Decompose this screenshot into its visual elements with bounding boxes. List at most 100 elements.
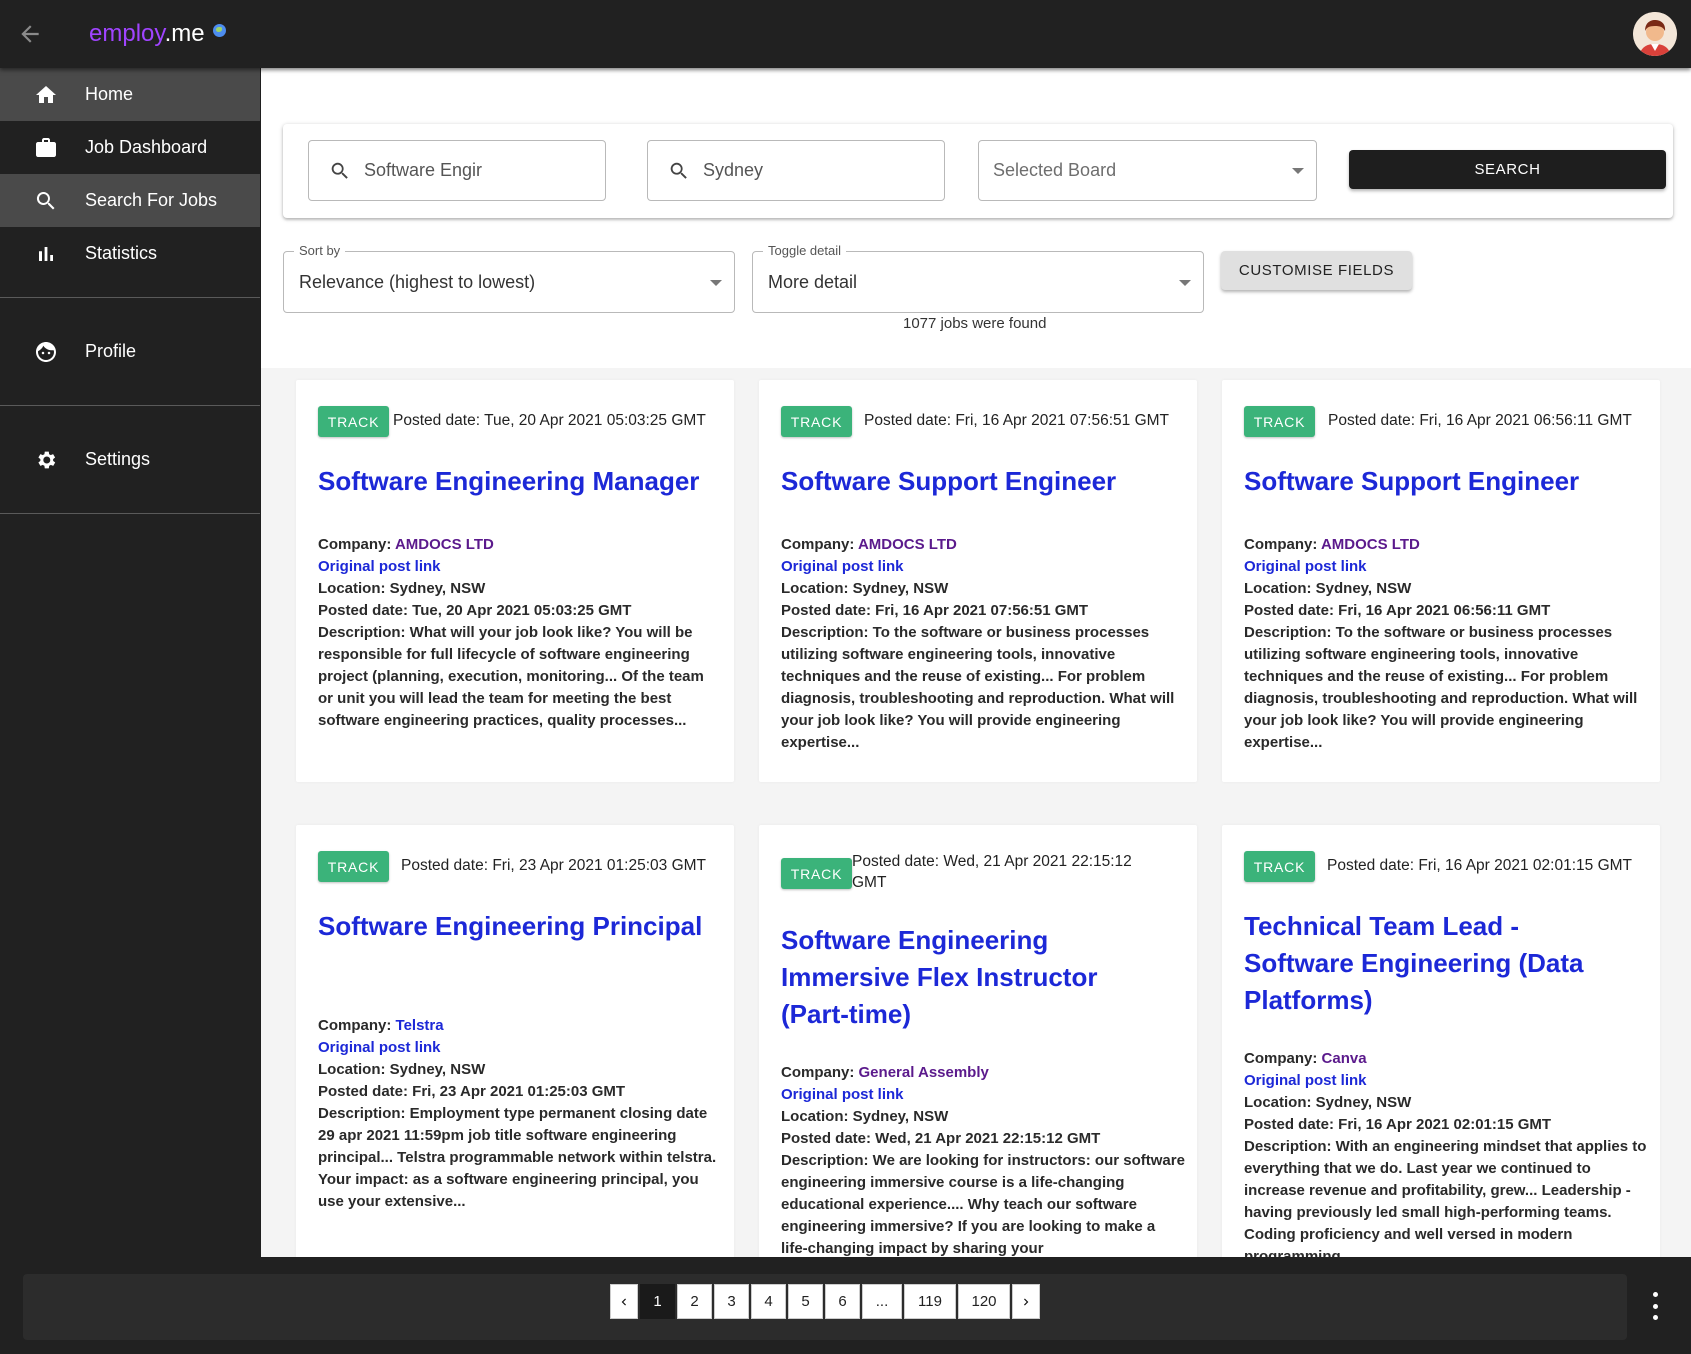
page-button[interactable]: 4 <box>751 1284 786 1319</box>
page-ellipsis[interactable]: ... <box>862 1284 902 1319</box>
job-title[interactable]: Software Engineering Immersive Flex Inst… <box>781 922 1141 1033</box>
job-title[interactable]: Software Support Engineer <box>781 463 1181 500</box>
job-description: Description: To the software or business… <box>781 624 1175 751</box>
company-link[interactable]: AMDOCS LTD <box>1321 536 1420 553</box>
chevron-right-icon <box>1024 1298 1029 1305</box>
main-content: Software Engir Sydney Selected Board SEA… <box>261 68 1691 1257</box>
original-post-link[interactable]: Original post link <box>781 556 1186 578</box>
toggle-detail-value: More detail <box>768 271 858 292</box>
sidebar-item-profile[interactable]: Profile <box>0 325 260 378</box>
original-post-link[interactable]: Original post link <box>1244 556 1649 578</box>
sort-by-select[interactable]: Sort by Relevance (highest to lowest) <box>283 243 735 313</box>
page-button[interactable]: 119 <box>904 1284 956 1319</box>
results-count: 1077 jobs were found <box>903 315 1047 332</box>
job-details: Company: Telstra Original post link Loca… <box>318 1015 723 1213</box>
job-posted-date: Posted date: Fri, 16 Apr 2021 06:56:11 G… <box>1244 602 1551 619</box>
track-button[interactable]: TRACK <box>318 851 389 882</box>
job-card: TRACK Posted date: Tue, 20 Apr 2021 05:0… <box>296 380 734 782</box>
home-icon <box>33 82 59 108</box>
company-label: Company: <box>1244 1050 1322 1067</box>
chevron-down-icon <box>1179 280 1191 286</box>
company-link[interactable]: AMDOCS LTD <box>395 536 494 553</box>
track-button[interactable]: TRACK <box>318 406 389 437</box>
job-posted-date: Posted date: Wed, 21 Apr 2021 22:15:12 G… <box>781 1130 1101 1147</box>
chevron-down-icon <box>710 280 722 286</box>
gear-icon <box>33 447 59 473</box>
job-card: TRACK Posted date: Fri, 23 Apr 2021 01:2… <box>296 825 734 1257</box>
chevron-left-icon <box>621 1298 626 1305</box>
track-button[interactable]: TRACK <box>781 406 852 437</box>
job-title[interactable]: Technical Team Lead - Software Engineeri… <box>1244 908 1604 1019</box>
original-post-link[interactable]: Original post link <box>318 556 723 578</box>
job-location: Location: Sydney, NSW <box>318 1061 486 1078</box>
globe-icon <box>212 24 226 37</box>
job-details: Company: Canva Original post link Locati… <box>1244 1048 1649 1257</box>
keyword-search-input[interactable]: Software Engir <box>308 140 606 201</box>
sort-by-value: Relevance (highest to lowest) <box>299 271 536 292</box>
search-button[interactable]: SEARCH <box>1349 150 1666 189</box>
job-details: Company: AMDOCS LTD Original post link L… <box>781 534 1186 754</box>
sidebar-item-search-for-jobs[interactable]: Search For Jobs <box>0 174 260 227</box>
job-card: TRACK Posted date: Fri, 16 Apr 2021 07:5… <box>759 380 1197 782</box>
location-value: Sydney <box>703 160 764 180</box>
job-posted-date: Posted date: Fri, 16 Apr 2021 02:01:15 G… <box>1244 1116 1552 1133</box>
job-posted-date: Posted date: Tue, 20 Apr 2021 05:03:25 G… <box>318 602 632 619</box>
company-link[interactable]: General Assembly <box>859 1064 989 1081</box>
company-link[interactable]: AMDOCS LTD <box>858 536 957 553</box>
search-panel: Software Engir Sydney Selected Board SEA… <box>283 124 1673 218</box>
job-title[interactable]: Software Engineering Principal <box>318 908 718 945</box>
job-title[interactable]: Software Engineering Manager <box>318 463 718 500</box>
user-avatar[interactable] <box>1633 12 1677 56</box>
more-options-icon[interactable] <box>1648 1292 1662 1320</box>
track-button[interactable]: TRACK <box>1244 406 1315 437</box>
original-post-link[interactable]: Original post link <box>318 1037 723 1059</box>
toggle-detail-select[interactable]: Toggle detail More detail <box>752 243 1204 313</box>
board-select[interactable]: Selected Board <box>978 140 1317 201</box>
sidebar-item-home[interactable]: Home <box>0 68 260 121</box>
pagination: 1 2 3 4 5 6 ... 119 120 <box>610 1284 1042 1319</box>
company-label: Company: <box>781 1064 859 1081</box>
job-title[interactable]: Software Support Engineer <box>1244 463 1644 500</box>
keyword-value: Software Engir <box>364 160 483 180</box>
original-post-link[interactable]: Original post link <box>781 1084 1186 1106</box>
page-button[interactable]: 6 <box>825 1284 860 1319</box>
sidebar-item-label: Search For Jobs <box>85 190 218 210</box>
company-label: Company: <box>781 536 858 553</box>
job-description: Description: What will your job look lik… <box>318 624 704 729</box>
app-header: employ.me <box>0 0 1691 68</box>
sidebar-item-job-dashboard[interactable]: Job Dashboard <box>0 121 260 174</box>
next-page-button[interactable] <box>1012 1284 1040 1319</box>
track-button[interactable]: TRACK <box>781 858 852 889</box>
job-card: TRACK Posted date: Fri, 16 Apr 2021 02:0… <box>1222 825 1660 1257</box>
sort-by-label: Sort by <box>294 243 346 258</box>
location-search-input[interactable]: Sydney <box>647 140 945 201</box>
job-description: Description: We are looking for instruct… <box>781 1152 1185 1257</box>
job-location: Location: Sydney, NSW <box>318 580 486 597</box>
job-details: Company: AMDOCS LTD Original post link L… <box>1244 534 1649 754</box>
sidebar-item-label: Settings <box>85 449 151 469</box>
posted-date: Posted date: Fri, 16 Apr 2021 02:01:15 G… <box>1327 857 1633 874</box>
back-arrow-icon[interactable] <box>14 18 46 50</box>
page-button[interactable]: 1 <box>640 1284 675 1319</box>
company-link[interactable]: Canva <box>1322 1050 1367 1067</box>
company-link[interactable]: Telstra <box>396 1017 444 1034</box>
job-location: Location: Sydney, NSW <box>1244 1094 1412 1111</box>
app-logo[interactable]: employ.me <box>89 20 226 48</box>
posted-date: Posted date: Tue, 20 Apr 2021 05:03:25 G… <box>393 412 706 429</box>
chevron-down-icon <box>1292 168 1304 174</box>
page-button[interactable]: 5 <box>788 1284 823 1319</box>
prev-page-button[interactable] <box>610 1284 638 1319</box>
sidebar-item-statistics[interactable]: Statistics <box>0 227 260 280</box>
job-card: TRACK Posted date: Wed, 21 Apr 2021 22:1… <box>759 825 1197 1257</box>
original-post-link[interactable]: Original post link <box>1244 1070 1649 1092</box>
page-button[interactable]: 120 <box>958 1284 1010 1319</box>
page-button[interactable]: 3 <box>714 1284 749 1319</box>
board-placeholder: Selected Board <box>993 160 1117 180</box>
sidebar-divider <box>0 513 260 514</box>
search-icon <box>670 162 687 179</box>
customise-fields-button[interactable]: CUSTOMISE FIELDS <box>1221 251 1412 290</box>
sidebar-item-settings[interactable]: Settings <box>0 433 260 486</box>
job-location: Location: Sydney, NSW <box>781 1108 949 1125</box>
page-button[interactable]: 2 <box>677 1284 712 1319</box>
track-button[interactable]: TRACK <box>1244 851 1315 882</box>
